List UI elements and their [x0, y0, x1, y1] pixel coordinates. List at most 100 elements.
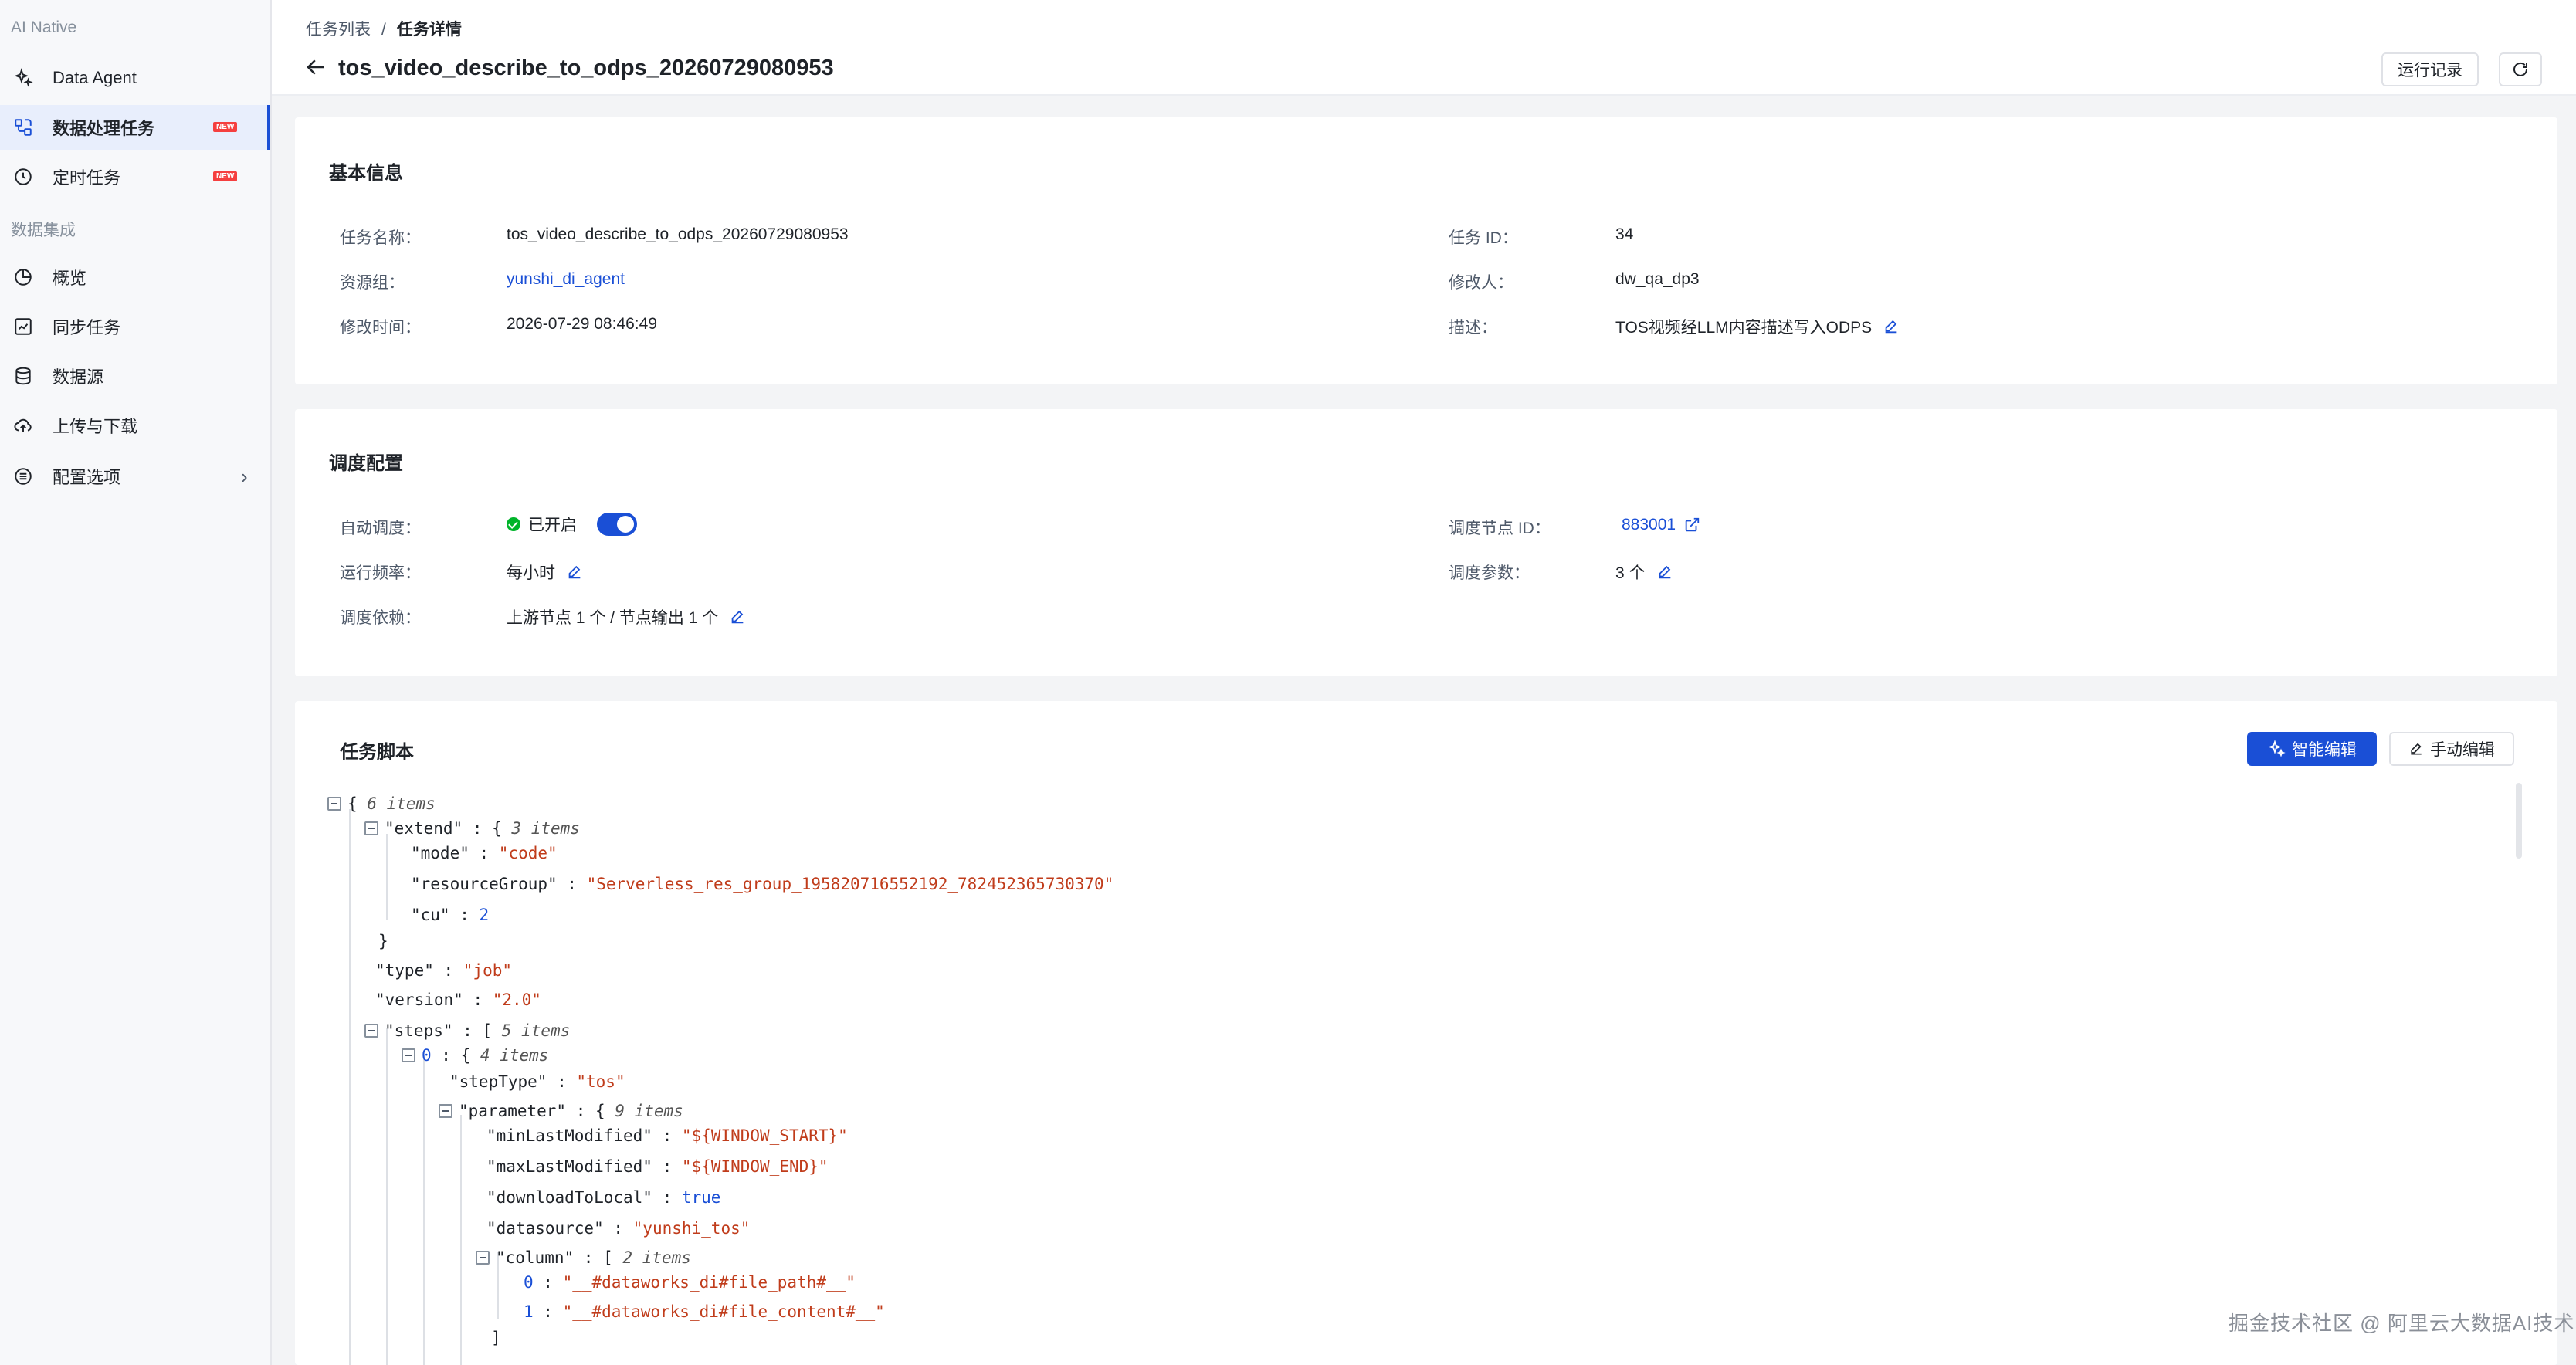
collapse-toggle[interactable] — [402, 1048, 415, 1062]
page-header: 任务列表 / 任务详情 tos_video_describe_to_odps_202… — [272, 0, 2576, 96]
schedule-node-id-link[interactable]: 883001 — [1622, 516, 1676, 534]
back-arrow-icon[interactable] — [304, 56, 327, 79]
breadcrumb: 任务列表 / 任务详情 — [306, 17, 462, 40]
sidebar-item-label: 同步任务 — [53, 318, 121, 337]
json-line: 0 : "__#dataworks_di#file_path#__" — [524, 1273, 856, 1292]
sidebar-item-label: 定时任务 — [53, 168, 121, 188]
chevron-right-icon: › — [241, 464, 248, 488]
modified-time-value: 2026-07-29 08:46:49 — [507, 315, 657, 333]
sidebar-item-config-options[interactable]: 配置选项 › — [0, 454, 270, 499]
schedule-params-text: 3 个 — [1615, 564, 1646, 582]
json-line: { 6 items — [327, 792, 436, 815]
breadcrumb-task-list[interactable]: 任务列表 — [306, 21, 371, 39]
auto-schedule-toggle[interactable] — [597, 513, 637, 536]
collapse-toggle[interactable] — [364, 1024, 378, 1038]
sidebar-item-label: 数据源 — [53, 368, 104, 387]
run-history-button[interactable]: 运行记录 — [2381, 52, 2479, 86]
json-line: "cu" : 2 — [411, 906, 490, 924]
sidebar-item-label: Data Agent — [53, 68, 137, 87]
watermark: 掘金技术社区 @ 阿里云大数据AI技术 — [2229, 1312, 2575, 1335]
manual-edit-button[interactable]: 手动编辑 — [2389, 732, 2514, 766]
schedule-params-value: 3 个 — [1615, 561, 1673, 584]
edit-icon[interactable] — [1883, 318, 1900, 335]
schedule-params-label: 调度参数： — [1449, 564, 1530, 582]
sidebar-group-data-integration: 数据集成 — [11, 222, 76, 239]
run-frequency-text: 每小时 — [507, 564, 555, 582]
json-line: "stepType" : "tos" — [449, 1072, 625, 1091]
sidebar-item-data-agent[interactable]: Data Agent — [0, 56, 270, 100]
json-line: ] — [491, 1329, 501, 1347]
sidebar-item-scheduled-tasks[interactable]: 定时任务 NEW — [0, 154, 270, 199]
json-line: "version" : "2.0" — [375, 991, 541, 1009]
collapse-toggle[interactable] — [327, 797, 341, 811]
json-line: "mode" : "code" — [411, 844, 558, 862]
sidebar-item-label: 配置选项 — [53, 468, 121, 487]
description-value: TOS视频经LLM内容描述写入ODPS — [1615, 315, 1900, 338]
task-id-value: 34 — [1615, 225, 1634, 243]
page-title: tos_video_describe_to_odps_2026072908095… — [338, 56, 834, 80]
edit-icon[interactable] — [1656, 564, 1673, 581]
edit-icon[interactable] — [566, 564, 583, 581]
sparkle-icon — [2268, 740, 2286, 757]
collapse-toggle[interactable] — [364, 821, 378, 835]
json-line: "type" : "job" — [375, 961, 513, 980]
auto-schedule-value: 已开启 — [507, 513, 637, 536]
json-line: "resourceGroup" : "Serverless_res_group_… — [411, 875, 1114, 893]
external-link-icon[interactable] — [1683, 517, 1700, 533]
edit-icon — [2411, 743, 2422, 755]
basic-info-card: 基本信息 任务名称： tos_video_describe_to_odps_20… — [295, 117, 2557, 384]
sidebar-item-overview[interactable]: 概览 — [0, 255, 270, 300]
sidebar: AI Native Data Agent 数据处理任务 NEW 定时任务 NEW… — [0, 0, 272, 1365]
modified-time-label: 修改时间： — [340, 319, 421, 337]
sidebar-item-label: 概览 — [53, 269, 87, 288]
schedule-config-title: 调度配置 — [329, 453, 403, 474]
modifier-label: 修改人： — [1449, 274, 1513, 292]
pie-chart-icon — [12, 266, 34, 288]
flow-icon — [12, 117, 34, 138]
json-line: } — [378, 932, 388, 950]
task-name-label: 任务名称： — [340, 229, 421, 247]
task-id-label: 任务 ID： — [1449, 229, 1518, 247]
json-line: "minLastModified" : "${WINDOW_START}" — [486, 1126, 848, 1145]
sidebar-item-datasource[interactable]: 数据源 — [0, 354, 270, 398]
new-badge: NEW — [213, 122, 238, 132]
ai-edit-button[interactable]: 智能编辑 — [2247, 732, 2377, 766]
schedule-config-card: 调度配置 自动调度： 已开启 运行频率： 每小时 调度依赖： 上游节点 1 个 … — [295, 409, 2557, 676]
sidebar-item-data-tasks[interactable]: 数据处理任务 NEW — [0, 105, 270, 150]
sidebar-item-label: 数据处理任务 — [53, 119, 155, 138]
database-icon — [12, 365, 34, 387]
json-line: "parameter" : { 9 items — [439, 1099, 683, 1123]
collapse-toggle[interactable] — [439, 1104, 452, 1118]
resource-group-link[interactable]: yunshi_di_agent — [507, 270, 625, 289]
json-line: "downloadToLocal" : true — [486, 1188, 721, 1207]
schedule-dependency-label: 调度依赖： — [340, 609, 421, 627]
run-frequency-label: 运行频率： — [340, 564, 421, 582]
json-line: "extend" : { 3 items — [364, 817, 580, 840]
breadcrumb-separator: / — [381, 21, 386, 39]
clock-icon — [12, 166, 34, 188]
basic-info-title: 基本信息 — [329, 163, 403, 184]
auto-schedule-label: 自动调度： — [340, 520, 421, 537]
new-badge: NEW — [213, 171, 238, 181]
json-line: "column" : [ 2 items — [476, 1246, 691, 1269]
manual-edit-label: 手动编辑 — [2430, 741, 2495, 759]
json-line: "maxLastModified" : "${WINDOW_END}" — [486, 1157, 829, 1176]
schedule-node-id-label: 调度节点 ID： — [1449, 520, 1551, 537]
refresh-button[interactable] — [2499, 52, 2542, 86]
description-label: 描述： — [1449, 319, 1497, 337]
scrollbar-thumb[interactable] — [2516, 783, 2522, 859]
sparkle-icon — [12, 67, 34, 89]
sidebar-item-label: 上传与下载 — [53, 417, 138, 436]
sidebar-item-upload-download[interactable]: 上传与下载 — [0, 403, 270, 448]
cloud-upload-icon — [12, 415, 34, 436]
sidebar-item-sync-tasks[interactable]: 同步任务 — [0, 304, 270, 349]
collapse-toggle[interactable] — [476, 1251, 490, 1265]
schedule-dependency-text: 上游节点 1 个 / 节点输出 1 个 — [507, 609, 719, 627]
sidebar-group-ai-native: AI Native — [11, 19, 77, 36]
refresh-icon — [2513, 62, 2527, 76]
json-line: "steps" : [ 5 items — [364, 1019, 570, 1042]
check-circle-icon — [507, 517, 520, 531]
json-line: "datasource" : "yunshi_tos" — [486, 1219, 751, 1238]
modifier-value: dw_qa_dp3 — [1615, 270, 1700, 288]
edit-icon[interactable] — [729, 608, 746, 625]
